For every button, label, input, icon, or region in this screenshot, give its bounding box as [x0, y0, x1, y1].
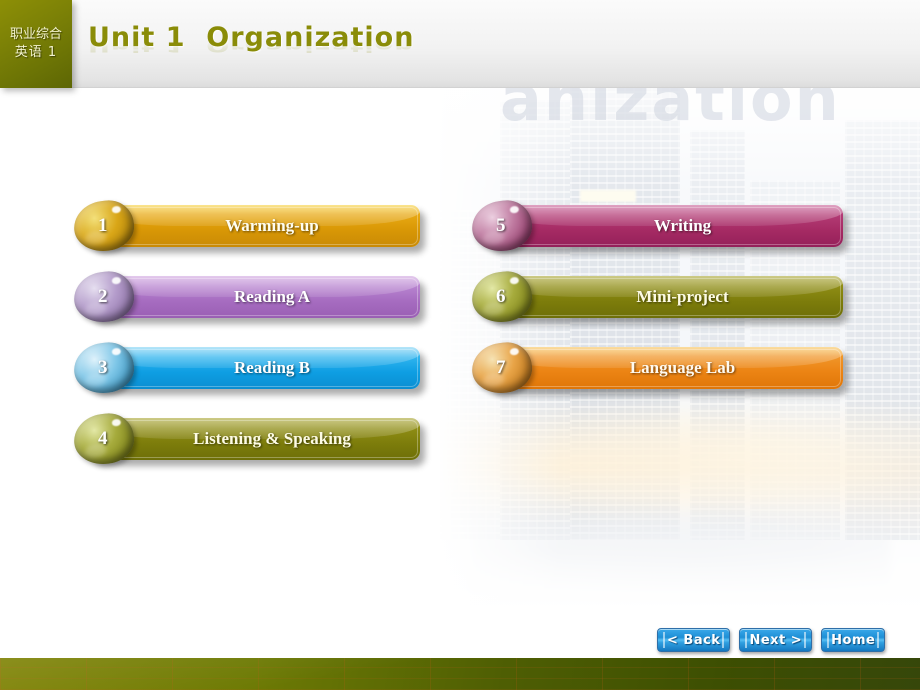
navigation-bar: < Back Next > Home — [657, 628, 886, 652]
menu-item-label: Mini-project — [636, 287, 729, 306]
menu-item-label: Reading B — [233, 358, 311, 377]
menu-item-language-lab[interactable]: 7 Language Lab — [468, 339, 843, 397]
page-title-reflection: Unit 1 Organization — [88, 35, 415, 55]
back-button[interactable]: < Back — [657, 628, 731, 652]
menu-item-writing[interactable]: 5 Writing — [468, 197, 843, 255]
menu-item-listening-and-speaking[interactable]: 4 Listening & Speaking — [70, 410, 420, 468]
menu-column-left: 1 Warming-up 2 Reading A 3 Reading B 4 L… — [70, 197, 420, 489]
back-button-label: < Back — [667, 632, 721, 648]
drop-highlight-icon — [111, 347, 122, 356]
menu-item-warming-up[interactable]: 1 Warming-up — [70, 197, 420, 255]
photo-lit-window — [580, 190, 636, 202]
menu-item-label: Warming-up — [225, 216, 319, 235]
course-logo-line1: 职业综合 — [9, 27, 62, 42]
drop-highlight-icon — [111, 276, 122, 285]
page-title-block: Unit 1 Organization Unit 1 Organization — [88, 22, 414, 82]
course-logo: 职业综合 英语 1 — [0, 0, 72, 88]
drop-highlight-icon — [111, 205, 122, 214]
drop-highlight-icon — [111, 418, 122, 427]
footer-bar — [0, 658, 920, 690]
home-button-label: Home — [831, 632, 876, 648]
menu-item-label: Listening & Speaking — [193, 429, 351, 448]
menu-item-mini-project[interactable]: 6 Mini-project — [468, 268, 843, 326]
menu-item-reading-b[interactable]: 3 Reading B — [70, 339, 420, 397]
menu-column-right: 5 Writing 6 Mini-project 7 Language Lab — [468, 197, 843, 418]
drop-highlight-icon — [509, 347, 520, 356]
menu-item-label: Reading A — [233, 287, 311, 306]
course-logo-line2: 英语 1 — [14, 45, 58, 60]
menu-item-label: Language Lab — [629, 358, 736, 377]
next-button-label: Next > — [749, 632, 803, 648]
header-bar: 职业综合 英语 1 Unit 1 Organization Unit 1 Org… — [0, 0, 920, 88]
menu-item-reading-a[interactable]: 2 Reading A — [70, 268, 420, 326]
home-button[interactable]: Home — [821, 628, 886, 652]
next-button[interactable]: Next > — [739, 628, 813, 652]
slide-root: anization 职业综合 英语 1 Unit 1 Organization … — [0, 0, 920, 690]
menu-item-label: Writing — [653, 216, 712, 235]
drop-highlight-icon — [509, 276, 520, 285]
drop-highlight-icon — [509, 205, 520, 214]
